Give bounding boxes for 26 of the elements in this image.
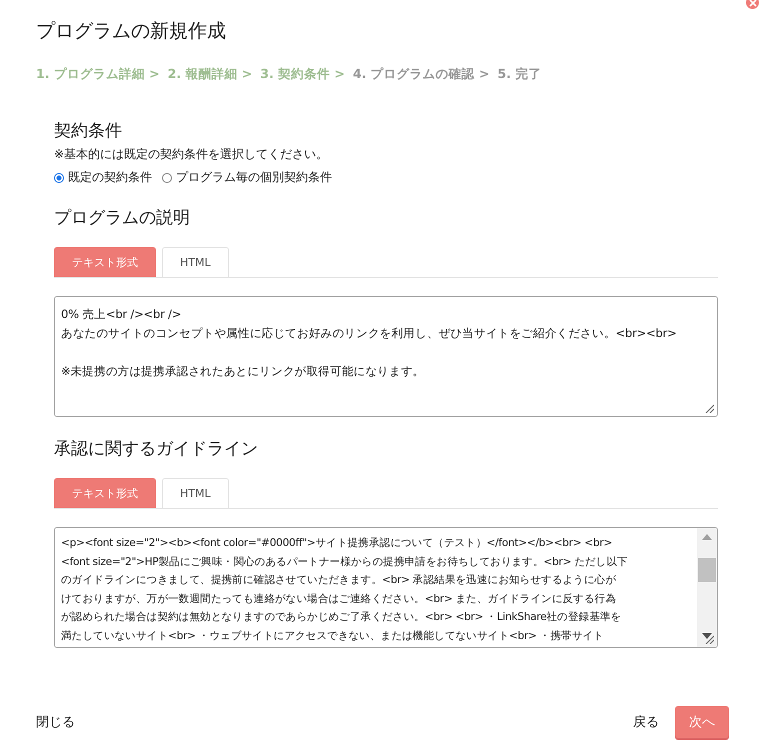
- radio-option[interactable]: 既定の契約条件: [54, 169, 152, 186]
- resize-grip-icon[interactable]: [704, 634, 714, 644]
- section-heading: プログラムの説明: [54, 207, 191, 229]
- scroll-thumb[interactable]: [698, 558, 716, 582]
- text-area[interactable]: <p><font size="2"><b><font color="#0000ff">サイト提携承認について（テスト）</font></b><br> <br> <font size="2">HP製品にご興味・関心のあるパートナー様からの提携申請をお待ちしております。<br> ただし以下 のガイドラインにつきまして、提携前に確認させていただきます。<br> 承認結果を迅速にお知らせするように心が けておりますが、万が一数週間たっても連絡がない場合はご連絡ください。<br> また、ガイドラインに反する行為 が認められた場合は契約は無効となりますのであらかじめご了承ください。<br> <br> ・LinkShare社の登録基準を 満たしていないサイト<br> ・ウェブサイトにアクセスできない、または機能してないサイト<br> ・携帯サイト: [54, 527, 718, 648]
- note-text: ※基本的には既定の契約条件を選択してください。: [54, 146, 330, 163]
- scroll-up-icon[interactable]: [702, 534, 712, 540]
- text-area[interactable]: 0% 売上<br /><br /> あなたのサイトのコンセプトや属性に応じてお好みのリンクを利用し、ぜひ当サイトをご紹介ください。<br><br> ※未提携の方は提携承認されたあとにリンクが取得可能になります。: [54, 296, 718, 417]
- format-tab[interactable]: HTML: [162, 247, 229, 277]
- step-label: 2. 報酬詳細 >: [168, 66, 252, 83]
- dialog-title: プログラムの新規作成: [36, 19, 227, 44]
- step-label: 4. プログラムの確認 >: [352, 66, 490, 83]
- section-heading: 承認に関するガイドライン: [54, 438, 259, 460]
- format-tab[interactable]: HTML: [162, 478, 229, 508]
- step-label: 1. プログラム詳細 >: [36, 66, 160, 83]
- radio-option[interactable]: プログラム毎の個別契約条件: [162, 169, 332, 186]
- section-heading: 契約条件: [54, 120, 123, 142]
- radio-icon[interactable]: [162, 172, 172, 182]
- resize-grip-icon[interactable]: [704, 403, 714, 413]
- scrollbar[interactable]: [697, 528, 717, 647]
- scroll-down-icon[interactable]: [702, 633, 712, 639]
- radio-icon[interactable]: [54, 172, 64, 182]
- close-link[interactable]: 閉じる: [36, 713, 75, 731]
- step-label: 5. 完了: [498, 66, 542, 83]
- step-label: 3. 契約条件 >: [260, 66, 345, 83]
- back-link[interactable]: 戻る: [633, 713, 659, 731]
